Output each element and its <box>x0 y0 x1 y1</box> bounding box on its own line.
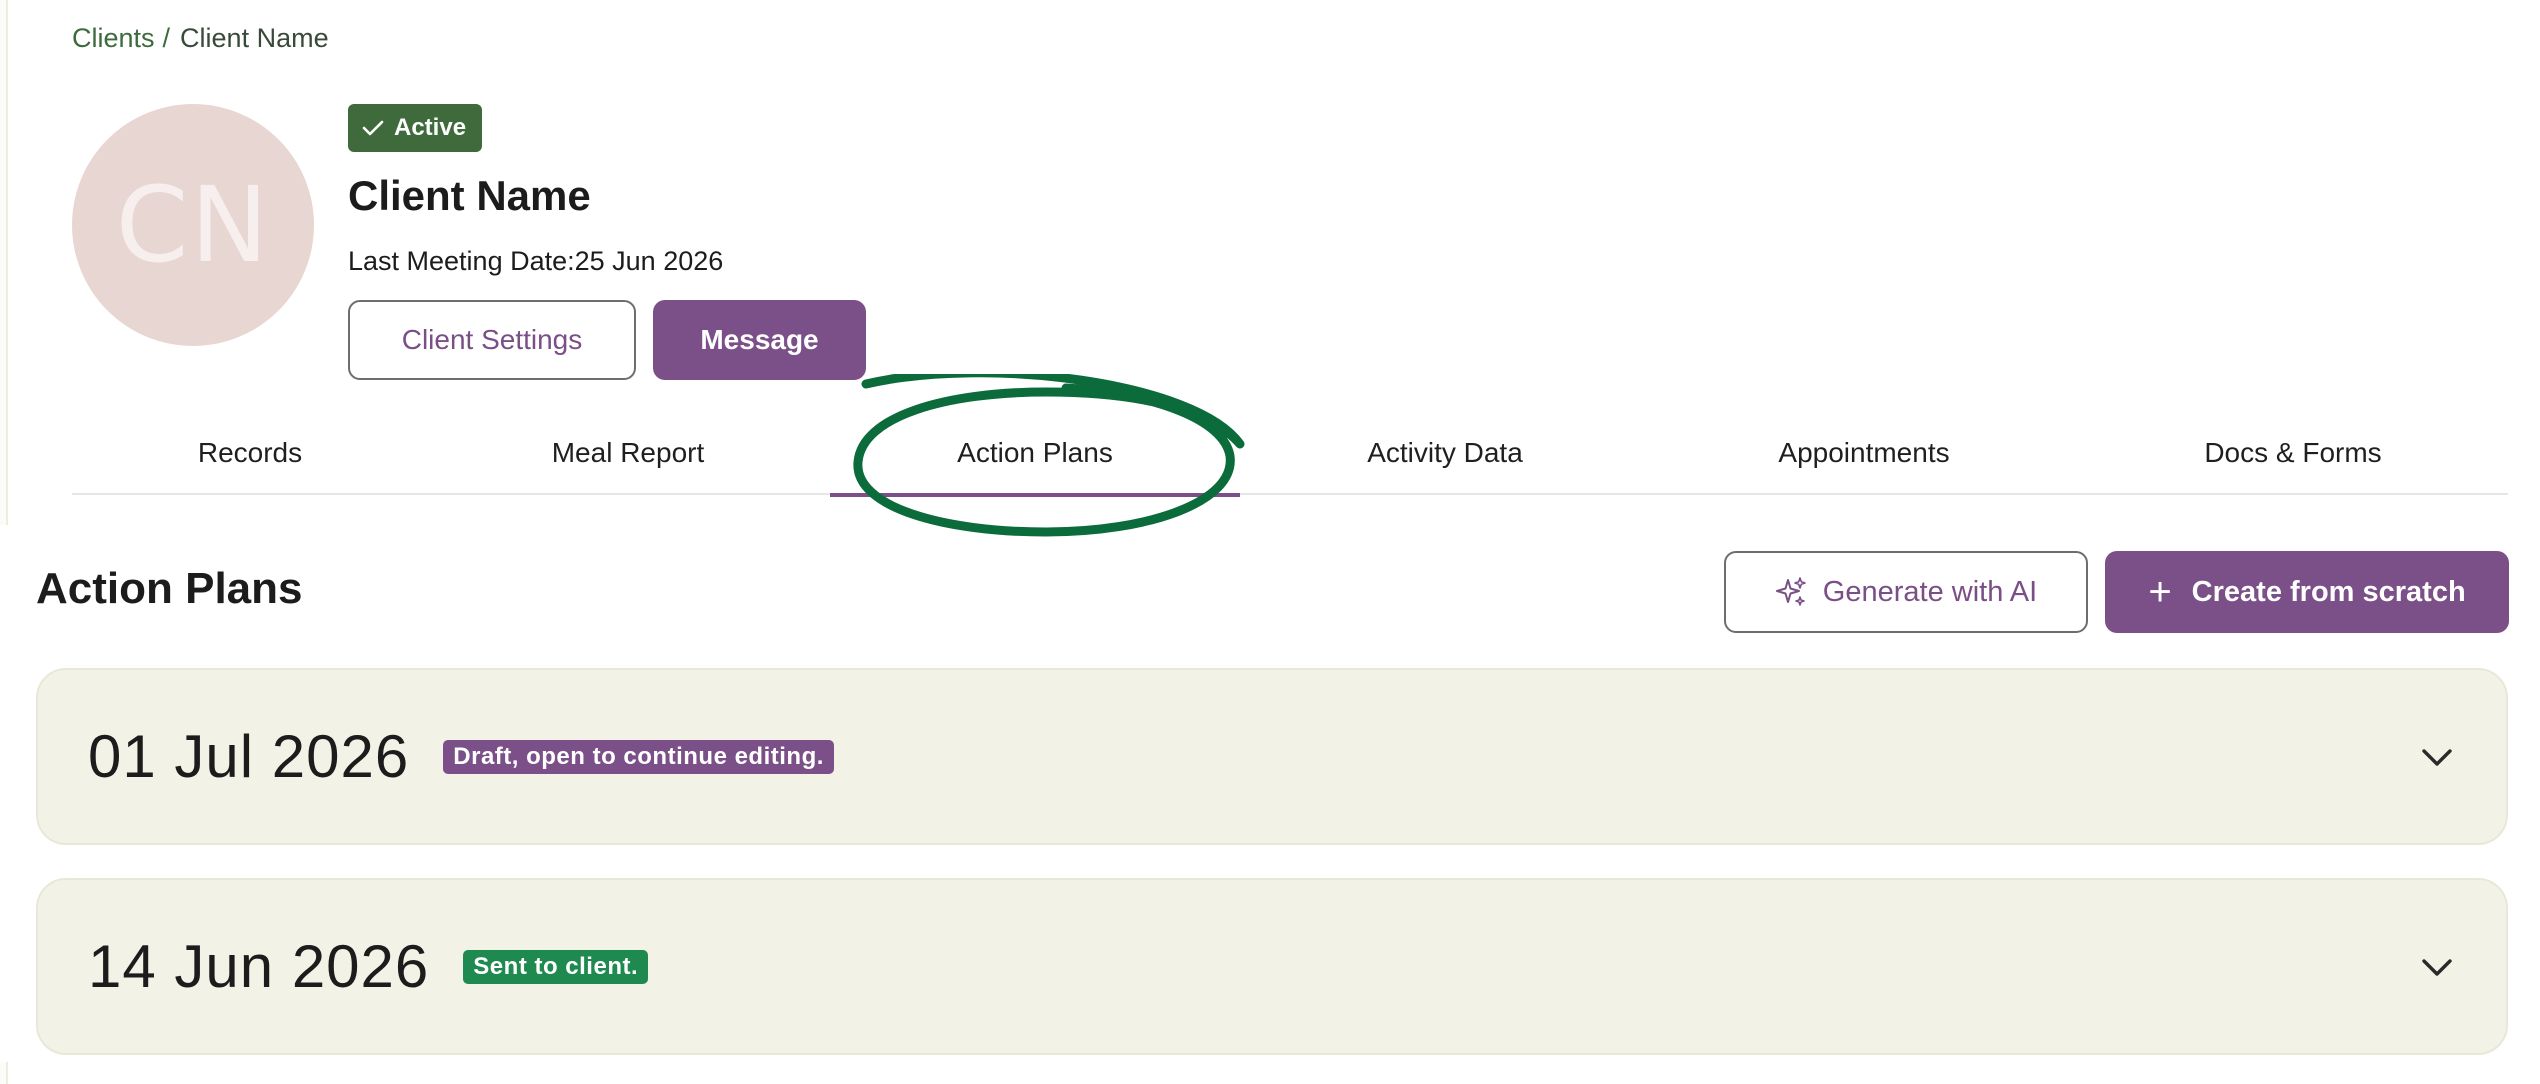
plan-date: 14 Jun 2026 <box>88 933 430 1000</box>
action-plan-card[interactable]: 14 Jun 2026 Sent to client. <box>36 878 2508 1055</box>
generate-with-ai-button[interactable]: Generate with AI <box>1724 551 2088 633</box>
check-icon <box>362 120 384 136</box>
avatar: CN <box>72 104 314 346</box>
create-from-scratch-label: Create from scratch <box>2191 575 2466 608</box>
client-settings-button[interactable]: Client Settings <box>348 300 636 380</box>
breadcrumb-clients-link[interactable]: Clients <box>72 23 155 54</box>
left-divider <box>0 0 8 525</box>
left-divider-lower <box>0 1062 8 1084</box>
chevron-down-icon[interactable] <box>2420 953 2454 981</box>
last-meeting-date: Last Meeting Date:25 Jun 2026 <box>348 246 724 276</box>
status-badge-label: Active <box>394 114 467 141</box>
generate-with-ai-label: Generate with AI <box>1822 575 2038 608</box>
chevron-down-icon[interactable] <box>2420 743 2454 771</box>
action-plan-card[interactable]: 01 Jul 2026 Draft, open to continue edit… <box>36 668 2508 845</box>
status-badge: Active <box>348 104 483 152</box>
sparkles-icon <box>1775 577 1806 606</box>
client-name: Client Name <box>348 172 591 219</box>
tab-docs-forms[interactable]: Docs & Forms <box>2078 410 2508 495</box>
breadcrumb-separator: / <box>162 22 171 53</box>
tab-meal-report[interactable]: Meal Report <box>428 410 828 495</box>
breadcrumb: Clients / Client Name <box>72 18 329 58</box>
plan-status-badge: Sent to client. <box>463 949 649 984</box>
tab-activity-data[interactable]: Activity Data <box>1240 410 1650 495</box>
breadcrumb-current: Client Name <box>180 22 329 53</box>
plan-date: 01 Jul 2026 <box>88 723 410 790</box>
plan-status-badge: Draft, open to continue editing. <box>443 739 834 774</box>
create-from-scratch-button[interactable]: + Create from scratch <box>2105 551 2509 633</box>
section-title: Action Plans <box>36 564 303 613</box>
avatar-initials: CN <box>115 164 271 286</box>
tab-bar: Records Meal Report Action Plans Activit… <box>72 410 2508 497</box>
plus-icon: + <box>2148 570 2172 614</box>
tab-action-plans[interactable]: Action Plans <box>830 410 1240 497</box>
tab-records[interactable]: Records <box>72 410 428 495</box>
message-button[interactable]: Message <box>653 300 866 380</box>
tab-appointments[interactable]: Appointments <box>1650 410 2078 495</box>
